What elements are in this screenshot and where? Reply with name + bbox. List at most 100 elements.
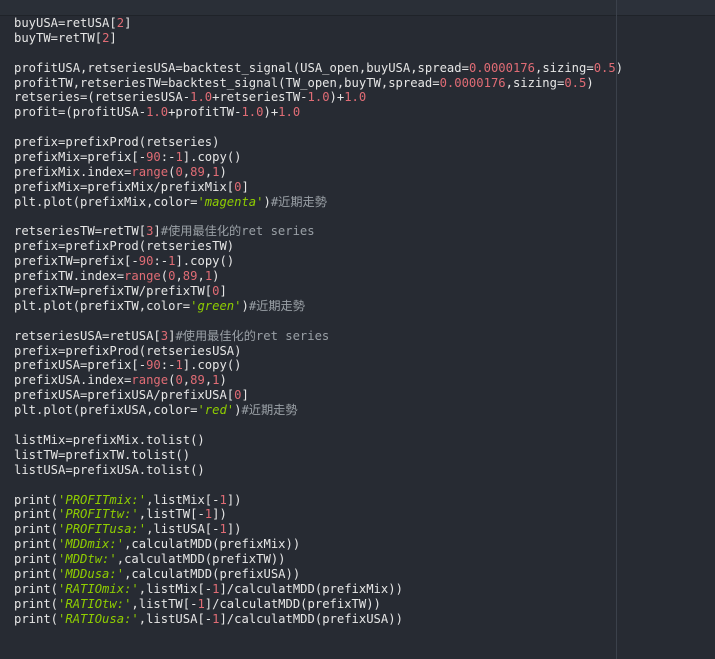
code-line[interactable] xyxy=(14,418,623,433)
code-area[interactable]: buyUSA=retUSA[2] buyTW=retTW[2] profitUSA… xyxy=(14,16,623,627)
code-line[interactable] xyxy=(14,314,623,329)
code-token: profit=(profitUSA- xyxy=(14,105,147,120)
code-number: 90 xyxy=(146,150,161,165)
code-line[interactable]: profitTW,retseriesTW=backtest_signal(TW_… xyxy=(14,76,623,91)
code-line[interactable]: prefix=prefixProd(retseriesUSA) xyxy=(14,344,623,359)
code-line[interactable] xyxy=(14,210,623,225)
code-line[interactable]: buyUSA=retUSA[2] xyxy=(14,16,623,31)
code-token: print( xyxy=(14,566,59,581)
code-line[interactable]: prefixMix=prefixMix/prefixMix[0] xyxy=(14,180,623,195)
code-token: print( xyxy=(14,537,59,552)
code-token: prefixUSA.index= xyxy=(14,373,132,388)
code-string: 'PROFITtw:' xyxy=(58,507,139,522)
code-line[interactable]: profitUSA,retseriesUSA=backtest_signal(U… xyxy=(14,61,623,76)
code-line[interactable]: prefixUSA=prefixUSA/prefixUSA[0] xyxy=(14,388,623,403)
code-token: range xyxy=(124,269,161,284)
code-line[interactable]: plt.plot(prefixMix,color='magenta')#近期走勢 xyxy=(14,195,623,210)
code-token: print( xyxy=(14,507,59,522)
code-string: 'red' xyxy=(197,403,235,418)
code-line[interactable]: print('RATIOtw:',listTW[-1]/calculatMDD(… xyxy=(14,597,623,612)
code-token: ) xyxy=(241,298,249,313)
code-line[interactable]: buyTW=retTW[2] xyxy=(14,31,623,46)
code-line[interactable]: prefixUSA.index=range(0,89,1) xyxy=(14,373,623,388)
code-token: prefixMix.index= xyxy=(14,164,132,179)
code-number: 1 xyxy=(212,164,220,179)
code-comment: #使用最佳化的ret series xyxy=(175,328,330,343)
code-line[interactable]: print('RATIOmix:',listMix[-1]/calculatMD… xyxy=(14,582,623,597)
code-token: ]) xyxy=(226,492,242,507)
code-line[interactable]: print('PROFITmix:',listMix[-1]) xyxy=(14,493,623,508)
code-line[interactable]: retseries=(retseriesUSA-1.0+retseriesTW-… xyxy=(14,90,623,105)
code-token: ].copy() xyxy=(182,358,242,373)
code-number: 89 xyxy=(182,269,198,284)
code-line[interactable] xyxy=(14,46,623,61)
code-line[interactable]: prefixMix=prefix[-90:-1].copy() xyxy=(14,150,623,165)
code-token: prefixUSA=prefix[- xyxy=(14,358,147,373)
code-number: 0.0000176 xyxy=(468,60,535,75)
code-token: prefix=prefixProd(retseriesTW) xyxy=(14,239,235,254)
code-string: 'MDDmix:' xyxy=(58,537,125,552)
code-line[interactable]: retseriesTW=retTW[3]#使用最佳化的ret series xyxy=(14,224,623,239)
code-line[interactable]: print('MDDusa:',calculatMDD(prefixUSA)) xyxy=(14,567,623,582)
code-line[interactable]: retseriesUSA=retUSA[3]#使用最佳化的ret series xyxy=(14,329,623,344)
code-line[interactable]: print('MDDmix:',calculatMDD(prefixMix)) xyxy=(14,537,623,552)
code-line[interactable] xyxy=(14,120,623,135)
code-comment: #近期走勢 xyxy=(248,298,305,313)
code-line[interactable]: print('RATIOusa:',listUSA[-1]/calculatMD… xyxy=(14,612,623,627)
code-token: buyTW=retTW[ xyxy=(14,30,103,45)
code-editor[interactable]: buyUSA=retUSA[2] buyTW=retTW[2] profitUSA… xyxy=(0,0,715,659)
code-token: print( xyxy=(14,581,59,596)
code-string: 'MDDusa:' xyxy=(58,566,125,581)
code-token: ) xyxy=(615,60,624,75)
code-string: 'green' xyxy=(190,298,242,313)
code-line[interactable]: listTW=prefixTW.tolist() xyxy=(14,448,623,463)
code-number: 0 xyxy=(175,373,183,388)
code-number: 1 xyxy=(197,596,205,611)
code-line[interactable]: prefixMix.index=range(0,89,1) xyxy=(14,165,623,180)
code-line[interactable]: print('PROFITusa:',listUSA[-1]) xyxy=(14,522,623,537)
code-line[interactable]: prefix=prefixProd(retseriesTW) xyxy=(14,239,623,254)
code-number: 1 xyxy=(175,150,183,165)
code-token: prefixTW.index= xyxy=(14,269,125,284)
code-token: print( xyxy=(14,492,59,507)
code-token: prefixMix=prefix[- xyxy=(14,150,147,165)
code-number: 89 xyxy=(190,373,205,388)
code-token: ]) xyxy=(226,522,242,537)
code-token: print( xyxy=(14,522,59,537)
code-line[interactable]: prefix=prefixProd(retseries) xyxy=(14,135,623,150)
code-line[interactable]: prefixTW=prefixTW/prefixTW[0] xyxy=(14,284,623,299)
code-number: 0.0000176 xyxy=(439,75,506,90)
code-string: 'MDDtw:' xyxy=(58,552,117,567)
code-token: ] xyxy=(241,179,249,194)
code-token: ,listMix[- xyxy=(146,492,220,507)
code-string: 'magenta' xyxy=(197,194,264,209)
code-line[interactable]: prefixTW.index=range(0,89,1) xyxy=(14,269,623,284)
code-number: 1.0 xyxy=(241,105,264,120)
code-number: 1 xyxy=(219,492,227,507)
code-token: plt.plot(prefixTW,color= xyxy=(14,298,191,313)
code-line[interactable]: profit=(profitUSA-1.0+profitTW-1.0)+1.0 xyxy=(14,105,623,120)
code-token: listTW=prefixTW.tolist() xyxy=(14,447,191,462)
code-token: :- xyxy=(153,254,169,269)
code-line[interactable]: listUSA=prefixUSA.tolist() xyxy=(14,463,623,478)
code-line[interactable] xyxy=(14,478,623,493)
code-token: ] xyxy=(124,16,132,30)
code-token: ] xyxy=(219,284,227,299)
code-token: ( xyxy=(160,269,169,284)
code-token: , xyxy=(197,269,205,284)
code-line[interactable]: plt.plot(prefixTW,color='green')#近期走勢 xyxy=(14,299,623,314)
code-line[interactable]: print('PROFITtw:',listTW[-1]) xyxy=(14,507,623,522)
code-line[interactable]: listMix=prefixMix.tolist() xyxy=(14,433,623,448)
code-line[interactable]: prefixTW=prefix[-90:-1].copy() xyxy=(14,254,623,269)
code-token: buyUSA=retUSA[ xyxy=(14,16,117,30)
code-number: 89 xyxy=(190,164,205,179)
code-token: retseriesUSA=retUSA[ xyxy=(14,328,161,343)
code-line[interactable]: plt.plot(prefixUSA,color='red')#近期走勢 xyxy=(14,403,623,418)
code-line[interactable]: prefixUSA=prefix[-90:-1].copy() xyxy=(14,358,623,373)
code-number: 1.0 xyxy=(190,90,213,105)
code-token: +profitTW- xyxy=(168,105,242,120)
code-token: print( xyxy=(14,611,59,626)
active-tab-area xyxy=(0,0,617,15)
code-token: ]/calculatMDD(prefixTW)) xyxy=(204,596,381,611)
code-line[interactable]: print('MDDtw:',calculatMDD(prefixTW)) xyxy=(14,552,623,567)
